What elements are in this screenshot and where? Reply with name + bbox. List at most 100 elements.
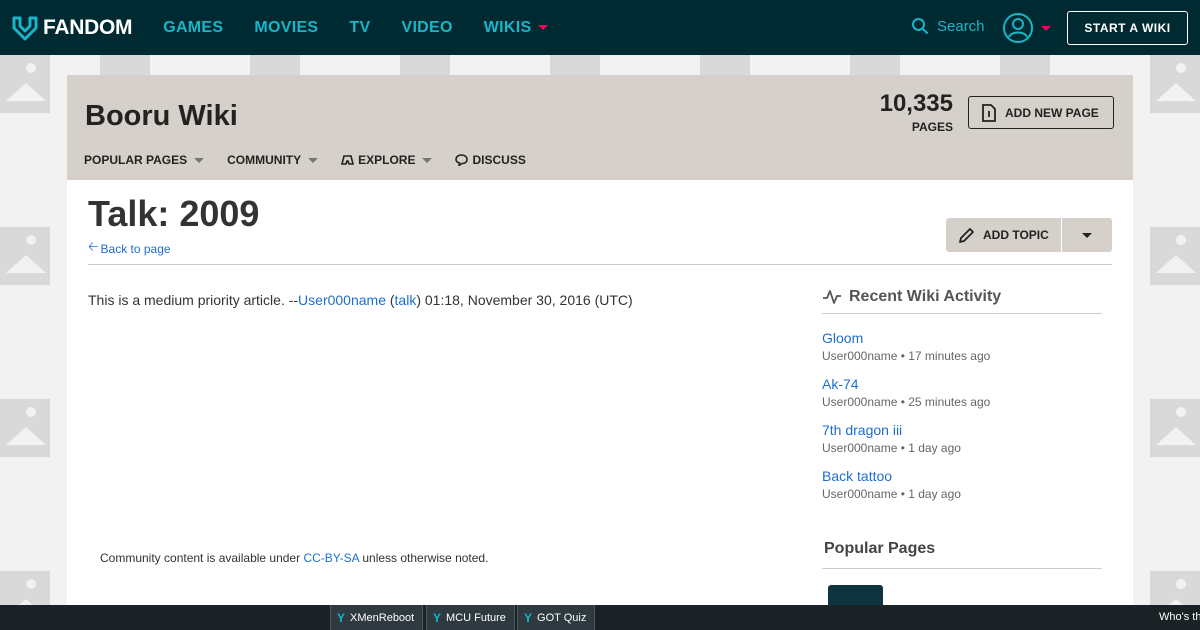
comment-prefix: This is a medium priority article. --: [88, 292, 299, 308]
trending-item-label: GOT Quiz: [537, 611, 587, 624]
global-nav-links: GAMES MOVIES TV VIDEO WIKIS: [163, 19, 579, 37]
page-add-icon: [982, 103, 996, 122]
wiki-nav-community[interactable]: COMMUNITY: [227, 153, 319, 167]
license-notice: Community content is available under CC-…: [100, 551, 488, 565]
nav-link-video[interactable]: VIDEO: [401, 19, 452, 37]
activity-item: Gloom User000name • 17 minutes ago: [822, 330, 990, 363]
add-new-page-button[interactable]: ADD NEW PAGE: [968, 96, 1114, 129]
chevron-down-icon: [1041, 25, 1051, 31]
placeholder-image-icon: [850, 55, 900, 75]
nav-link-wikis-label: WIKIS: [483, 18, 532, 36]
nav-link-wikis[interactable]: WIKIS: [484, 19, 549, 37]
rail-divider: [822, 568, 1102, 569]
wiki-nav-popular-pages-label: POPULAR PAGES: [84, 153, 188, 167]
fandom-logo[interactable]: FANDOM: [11, 14, 133, 42]
search-button[interactable]: Search: [911, 17, 985, 35]
comment-paren-open: (: [385, 292, 395, 308]
nav-link-movies[interactable]: MOVIES: [254, 19, 318, 37]
back-to-page-link[interactable]: 🡠 Back to page: [88, 238, 171, 260]
placeholder-image-icon: [250, 55, 300, 75]
global-navigation: FANDOM GAMES MOVIES TV VIDEO WIKIS Searc…: [0, 0, 1200, 55]
placeholder-image-icon: [400, 55, 450, 75]
trending-item[interactable]: Υ XMenReboot: [330, 605, 424, 630]
wiki-nav-discuss-label: DISCUSS: [472, 153, 526, 167]
placeholder-image-icon: [550, 55, 600, 75]
back-to-page-label: Back to page: [100, 242, 171, 256]
wiki-nav-explore-label: EXPLORE: [358, 153, 416, 167]
chevron-down-icon: [538, 25, 549, 30]
popular-pages-heading: Popular Pages: [824, 540, 936, 557]
wiki-header: Booru Wiki 10,335 PAGES ADD NEW PAGE POP…: [67, 75, 1133, 180]
nav-link-tv[interactable]: TV: [349, 19, 370, 37]
trending-item[interactable]: Υ MCU Future: [426, 605, 515, 630]
chevron-down-icon: [422, 157, 433, 163]
placeholder-image-icon: [1150, 227, 1200, 285]
placeholder-image-icon: [0, 227, 50, 285]
arrow-left-icon: 🡠: [88, 239, 99, 254]
user-menu[interactable]: [1002, 12, 1051, 44]
activity-item-link[interactable]: Back tattoo: [822, 468, 961, 484]
add-topic-label: ADD TOPIC: [983, 228, 1049, 242]
fandom-tag-icon: Υ: [337, 610, 346, 625]
page-title: Talk: 2009: [88, 193, 260, 234]
wiki-container: Booru Wiki 10,335 PAGES ADD NEW PAGE POP…: [67, 75, 1133, 615]
add-topic-dropdown[interactable]: [1062, 232, 1112, 238]
user-avatar-icon: [1003, 13, 1033, 43]
recent-activity-heading: Recent Wiki Activity: [822, 288, 1001, 306]
placeholder-image-icon: [0, 399, 50, 457]
logo-text: FANDOM: [43, 15, 133, 39]
activity-item-link[interactable]: Gloom: [822, 330, 990, 346]
chevron-down-icon: [308, 157, 319, 163]
divider: [88, 264, 1112, 265]
trending-item-label: MCU Future: [446, 611, 506, 624]
license-link[interactable]: CC-BY-SA: [303, 551, 359, 565]
license-suffix: unless otherwise noted.: [359, 551, 489, 565]
rail-divider: [822, 313, 1102, 314]
activity-item-link[interactable]: Ak-74: [822, 376, 990, 392]
activity-item-meta: User000name • 1 day ago: [822, 487, 961, 501]
start-a-wiki-button[interactable]: START A WIKI: [1067, 11, 1188, 45]
chevron-down-icon: [194, 157, 205, 163]
trending-bar: Υ XMenReboot Υ MCU Future Υ GOT Quiz Who…: [0, 605, 1200, 630]
wiki-nav-popular-pages[interactable]: POPULAR PAGES: [84, 153, 205, 167]
page-counter: 10,335 PAGES: [867, 90, 953, 136]
wiki-title[interactable]: Booru Wiki: [85, 100, 238, 133]
placeholder-image-icon: [1150, 399, 1200, 457]
fandom-tag-icon: Υ: [524, 610, 533, 625]
placeholder-image-icon: [1000, 55, 1050, 75]
activity-item-meta: User000name • 1 day ago: [822, 441, 961, 455]
add-topic-button[interactable]: ADD TOPIC: [946, 218, 1062, 252]
placeholder-image-icon: [700, 55, 750, 75]
search-label: Search: [937, 17, 985, 35]
comment-timestamp: ) 01:18, November 30, 2016 (UTC): [416, 292, 633, 308]
explore-icon: [341, 155, 355, 165]
user-link[interactable]: User000name: [298, 292, 386, 308]
trending-item[interactable]: Υ GOT Quiz: [517, 605, 596, 630]
fandom-heart-icon: [12, 16, 38, 40]
wiki-nav-community-label: COMMUNITY: [227, 153, 302, 167]
talk-comment: This is a medium priority article. --Use…: [88, 292, 633, 308]
discuss-icon: [455, 154, 469, 166]
talk-link[interactable]: talk: [395, 292, 417, 308]
fandom-tag-icon: Υ: [433, 610, 442, 625]
pencil-icon: [959, 228, 974, 243]
chevron-down-icon: [1082, 232, 1092, 238]
page-count-label: PAGES: [911, 120, 953, 134]
wiki-local-navigation: POPULAR PAGES COMMUNITY EXPLORE DISCUSS: [84, 153, 549, 167]
add-topic-button-group: ADD TOPIC: [946, 218, 1112, 252]
trending-right-text[interactable]: Who's th: [1159, 611, 1200, 623]
license-prefix: Community content is available under: [100, 551, 304, 565]
activity-item: Back tattoo User000name • 1 day ago: [822, 468, 961, 501]
activity-icon: [823, 290, 841, 304]
nav-link-games[interactable]: GAMES: [163, 19, 223, 37]
search-icon: [912, 18, 928, 34]
activity-item-meta: User000name • 25 minutes ago: [822, 395, 991, 409]
page-count-number: 10,335: [879, 90, 953, 117]
activity-item: 7th dragon iii User000name • 1 day ago: [822, 422, 961, 455]
add-new-page-label: ADD NEW PAGE: [1005, 105, 1099, 120]
placeholder-image-icon: [1150, 55, 1200, 113]
wiki-nav-discuss[interactable]: DISCUSS: [455, 153, 526, 167]
wiki-nav-explore[interactable]: EXPLORE: [341, 153, 433, 167]
recent-activity-title: Recent Wiki Activity: [849, 288, 1002, 305]
activity-item-link[interactable]: 7th dragon iii: [822, 422, 961, 438]
